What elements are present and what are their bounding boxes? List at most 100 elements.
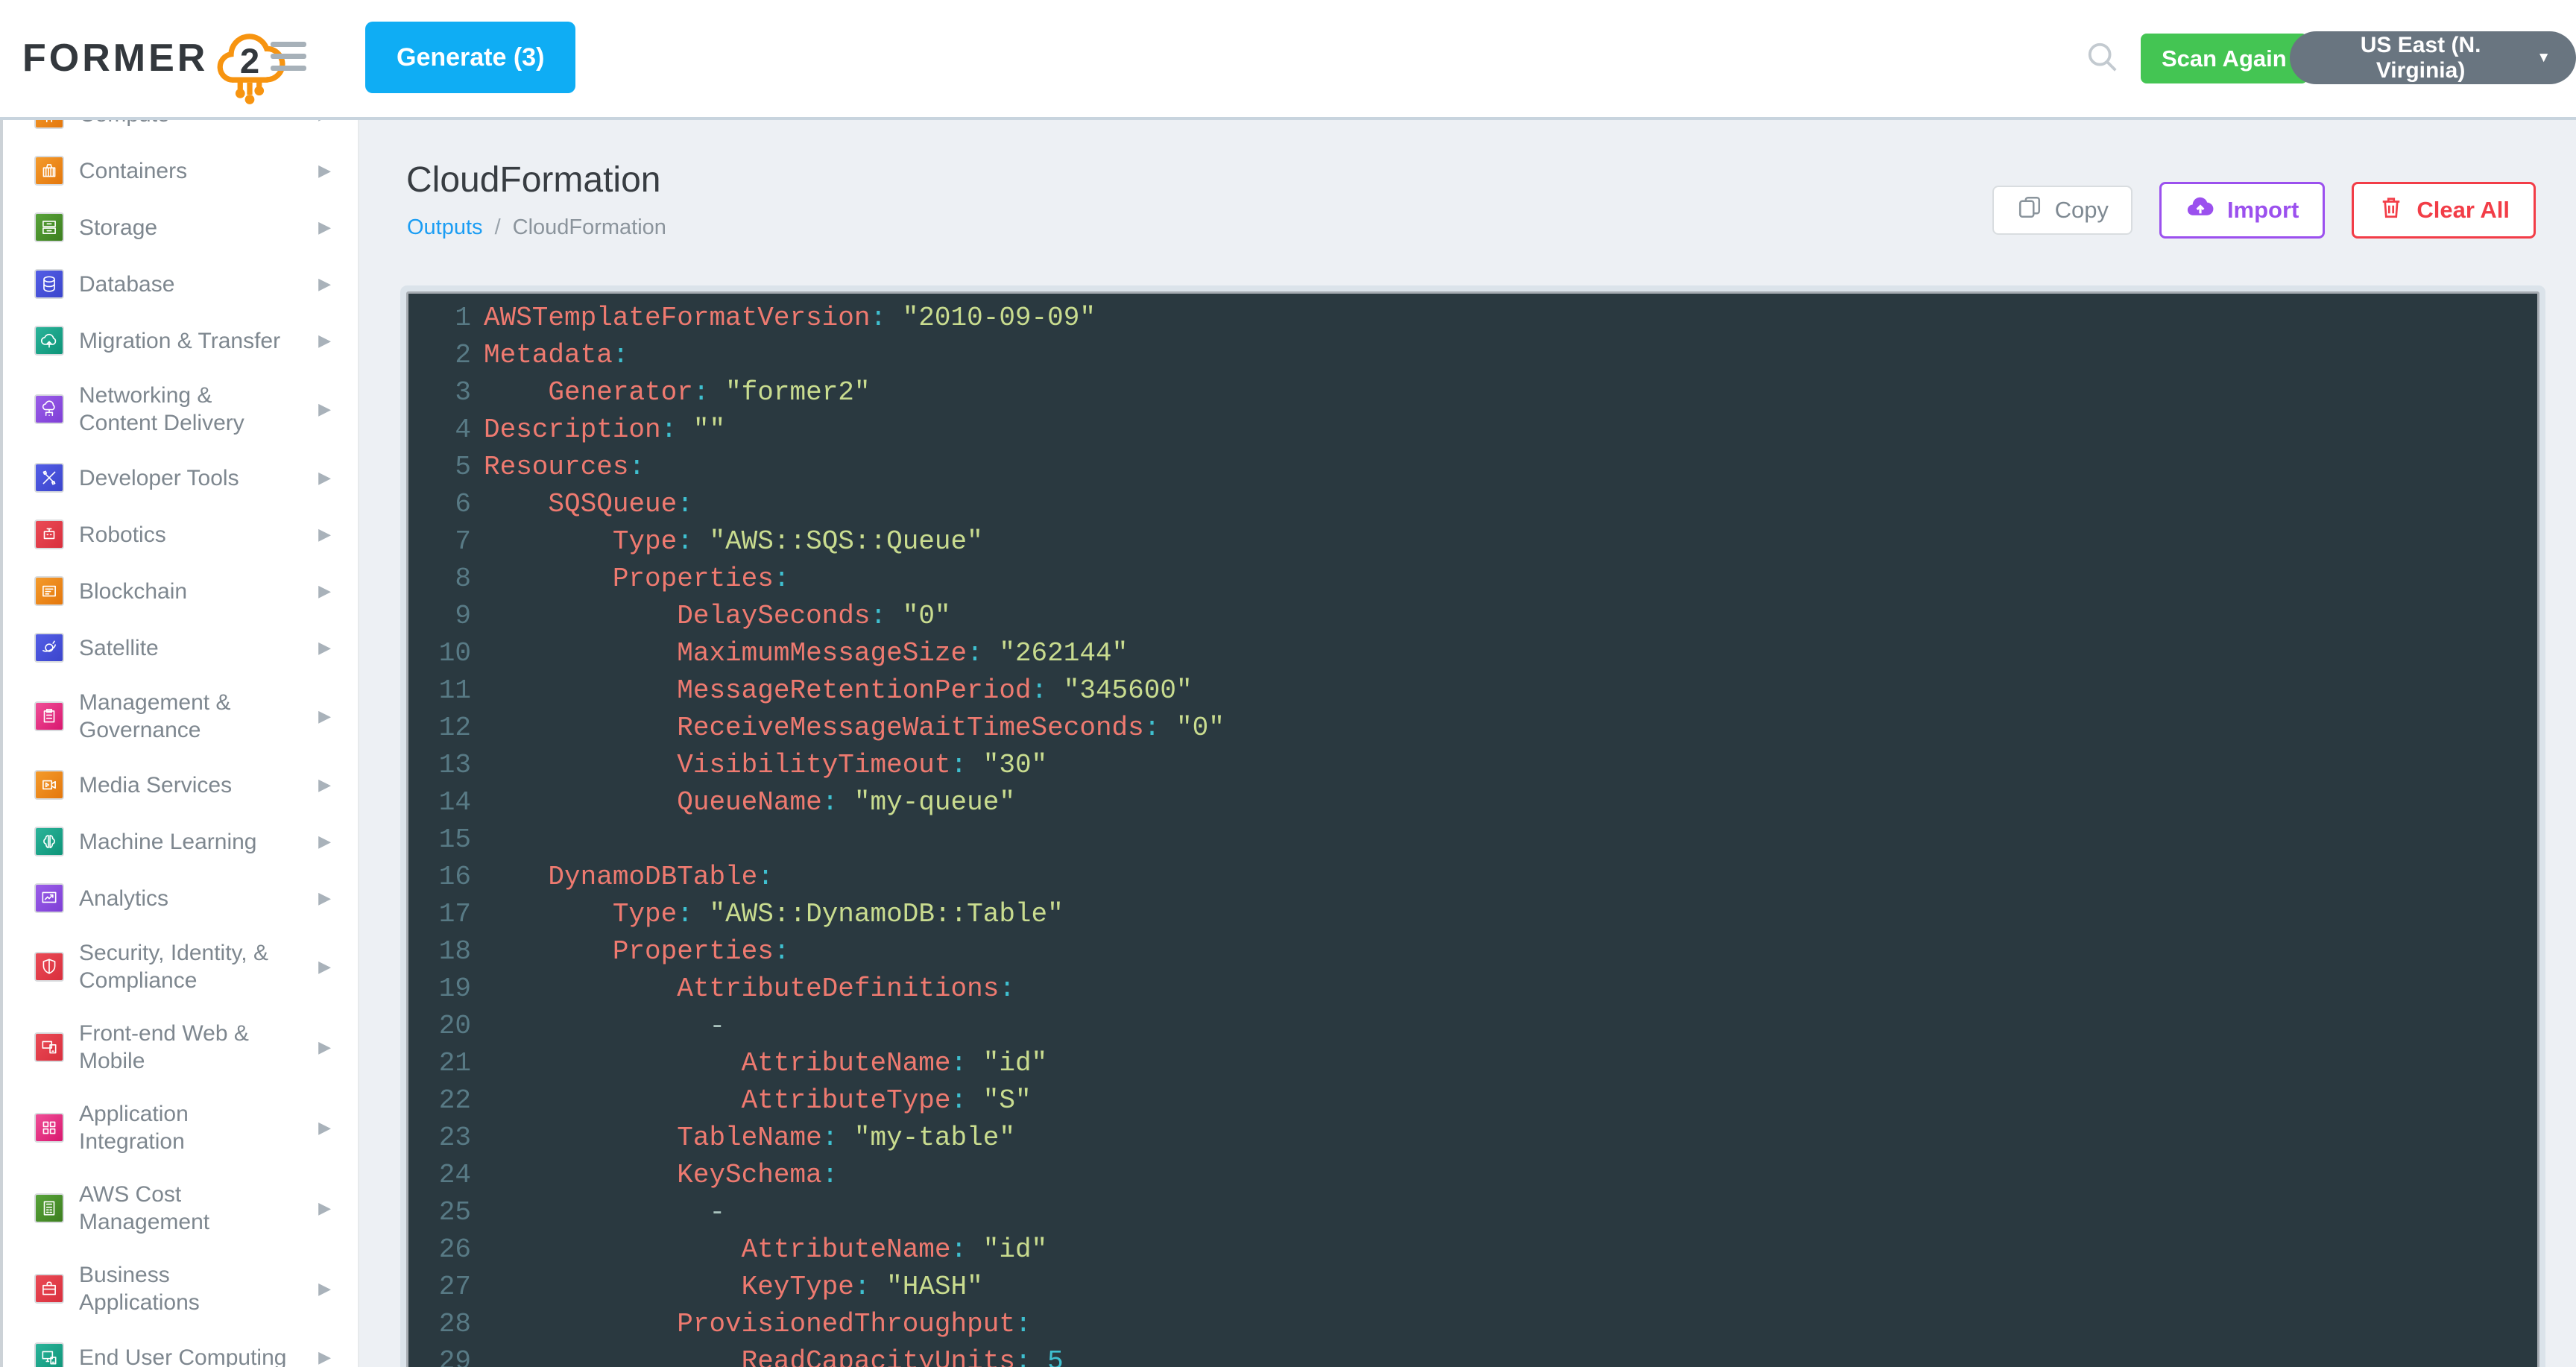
chevron-right-icon: ▶ xyxy=(318,274,331,294)
sidebar-item-label: Storage xyxy=(79,214,157,241)
page-title: CloudFormation xyxy=(406,160,660,201)
line-number: 5 xyxy=(408,449,471,486)
line-number: 12 xyxy=(408,710,471,747)
chevron-right-icon: ▶ xyxy=(318,525,331,544)
sidebar-item-blockchain[interactable]: Blockchain▶ xyxy=(0,563,358,619)
line-number: 10 xyxy=(408,635,471,672)
sidebar-item-security-identity-compliance[interactable]: Security, Identity, &Compliance▶ xyxy=(0,926,358,1007)
line-number: 24 xyxy=(408,1157,471,1194)
sidebar-item-label: Management &Governance xyxy=(79,689,230,744)
aws-robotics-icon xyxy=(34,520,64,549)
sidebar-item-label: Media Services xyxy=(79,771,232,799)
sidebar-item-migration-transfer[interactable]: Migration & Transfer▶ xyxy=(0,312,358,369)
aws-compute-icon xyxy=(34,120,64,129)
line-number: 7 xyxy=(408,523,471,561)
aws-end-user-computing-icon xyxy=(34,1342,64,1367)
sidebar-item-label: Networking &Content Delivery xyxy=(79,382,244,437)
line-number: 8 xyxy=(408,561,471,598)
line-number: 29 xyxy=(408,1343,471,1367)
copy-icon xyxy=(2016,194,2043,227)
sidebar-item-label: Security, Identity, &Compliance xyxy=(79,939,268,994)
copy-button[interactable]: Copy xyxy=(1992,186,2133,235)
sidebar-item-label: Front-end Web &Mobile xyxy=(79,1020,249,1075)
code-editor[interactable]: 1AWSTemplateFormatVersion: "2010-09-09"2… xyxy=(406,291,2539,1367)
breadcrumb: Outputs/CloudFormation xyxy=(407,215,666,240)
sidebar-item-management-governance[interactable]: Management &Governance ▶ xyxy=(0,676,358,757)
code-line: 10 MaximumMessageSize: "262144" xyxy=(408,635,2537,672)
breadcrumb-outputs-link[interactable]: Outputs xyxy=(407,215,483,239)
code-line: 7 Type: "AWS::SQS::Queue" xyxy=(408,523,2537,561)
sidebar-item-compute[interactable]: Compute ▶ xyxy=(0,120,358,142)
chevron-right-icon: ▶ xyxy=(318,1038,331,1057)
svg-text:2: 2 xyxy=(240,42,259,81)
region-selector[interactable]: US East (N. Virginia) ▼ xyxy=(2290,31,2576,84)
search-icon[interactable] xyxy=(2086,40,2120,78)
aws-security-icon xyxy=(34,952,64,982)
chevron-right-icon: ▶ xyxy=(318,1118,331,1137)
sidebar-item-machine-learning[interactable]: Machine Learning▶ xyxy=(0,813,358,870)
sidebar-item-label: Database xyxy=(79,271,174,298)
aws-developer-tools-icon xyxy=(34,463,64,493)
aws-networking-icon xyxy=(34,394,64,424)
code-line: 23 TableName: "my-table" xyxy=(408,1120,2537,1157)
line-number: 27 xyxy=(408,1269,471,1306)
sidebar-item-label: Analytics xyxy=(79,885,168,912)
sidebar-item-label: Compute xyxy=(79,120,170,128)
caret-down-icon: ▼ xyxy=(2536,50,2551,66)
sidebar-item-analytics[interactable]: Analytics▶ xyxy=(0,870,358,926)
sidebar-scrollbar[interactable] xyxy=(0,120,3,1367)
sidebar-item-networking-content-delivery[interactable]: Networking &Content Delivery▶ xyxy=(0,369,358,449)
sidebar-item-front-end-web-mobile[interactable]: Front-end Web &Mobile ▶ xyxy=(0,1007,358,1087)
code-line: 5Resources: xyxy=(408,449,2537,486)
sidebar-item-business-applications[interactable]: BusinessApplications▶ xyxy=(0,1248,358,1329)
scan-again-button[interactable]: Scan Again xyxy=(2141,34,2308,83)
code-line: 11 MessageRetentionPeriod: "345600" xyxy=(408,672,2537,710)
top-header: FORMER 2 Generate (3) Scan Again US East… xyxy=(0,0,2576,120)
clear-all-button[interactable]: Clear All xyxy=(2352,182,2536,239)
sidebar-item-robotics[interactable]: Robotics ▶ xyxy=(0,506,358,563)
line-number: 9 xyxy=(408,598,471,635)
code-line: 1AWSTemplateFormatVersion: "2010-09-09" xyxy=(408,300,2537,337)
output-actions: Copy Import Clear All xyxy=(1992,180,2536,241)
code-line: 14 QueueName: "my-queue" xyxy=(408,784,2537,821)
sidebar-item-label: AWS CostManagement xyxy=(79,1181,209,1236)
generate-button[interactable]: Generate (3) xyxy=(365,22,575,93)
code-line: 6 SQSQueue: xyxy=(408,486,2537,523)
aws-management-governance-icon xyxy=(34,701,64,731)
hamburger-menu-icon[interactable] xyxy=(271,42,306,71)
sidebar-item-database[interactable]: Database ▶ xyxy=(0,256,358,312)
aws-blockchain-icon xyxy=(34,576,64,606)
aws-cost-management-icon xyxy=(34,1193,64,1223)
sidebar-item-satellite[interactable]: Satellite▶ xyxy=(0,619,358,676)
line-number: 13 xyxy=(408,747,471,784)
import-button[interactable]: Import xyxy=(2159,182,2325,239)
line-number: 19 xyxy=(408,970,471,1008)
sidebar-item-storage[interactable]: Storage▶ xyxy=(0,199,358,256)
line-number: 6 xyxy=(408,486,471,523)
former2-logo[interactable]: FORMER 2 xyxy=(22,27,287,114)
clear-all-button-label: Clear All xyxy=(2416,197,2510,224)
line-number: 1 xyxy=(408,300,471,337)
sidebar-item-containers[interactable]: Containers▶ xyxy=(0,142,358,199)
sidebar-item-label: Robotics xyxy=(79,521,166,549)
sidebar-item-end-user-computing[interactable]: End User Computing▶ xyxy=(0,1329,358,1367)
code-line: 21 AttributeName: "id" xyxy=(408,1045,2537,1082)
sidebar-item-aws-cost-management[interactable]: AWS CostManagement▶ xyxy=(0,1168,358,1248)
line-number: 14 xyxy=(408,784,471,821)
sidebar-item-label: Machine Learning xyxy=(79,828,257,856)
aws-analytics-icon xyxy=(34,883,64,913)
chevron-right-icon: ▶ xyxy=(318,707,331,726)
chevron-right-icon: ▶ xyxy=(318,638,331,657)
breadcrumb-separator: / xyxy=(495,215,501,239)
code-line: 3 Generator: "former2" xyxy=(408,374,2537,411)
chevron-right-icon: ▶ xyxy=(318,120,331,124)
sidebar-item-application-integration[interactable]: ApplicationIntegration▶ xyxy=(0,1087,358,1168)
main-content: CloudFormation Outputs/CloudFormation Co… xyxy=(359,120,2576,1367)
code-line: 2Metadata: xyxy=(408,337,2537,374)
line-number: 3 xyxy=(408,374,471,411)
chevron-right-icon: ▶ xyxy=(318,775,331,795)
code-line: 12 ReceiveMessageWaitTimeSeconds: "0" xyxy=(408,710,2537,747)
line-number: 23 xyxy=(408,1120,471,1157)
sidebar-item-developer-tools[interactable]: Developer Tools▶ xyxy=(0,449,358,506)
sidebar-item-media-services[interactable]: Media Services ▶ xyxy=(0,757,358,813)
